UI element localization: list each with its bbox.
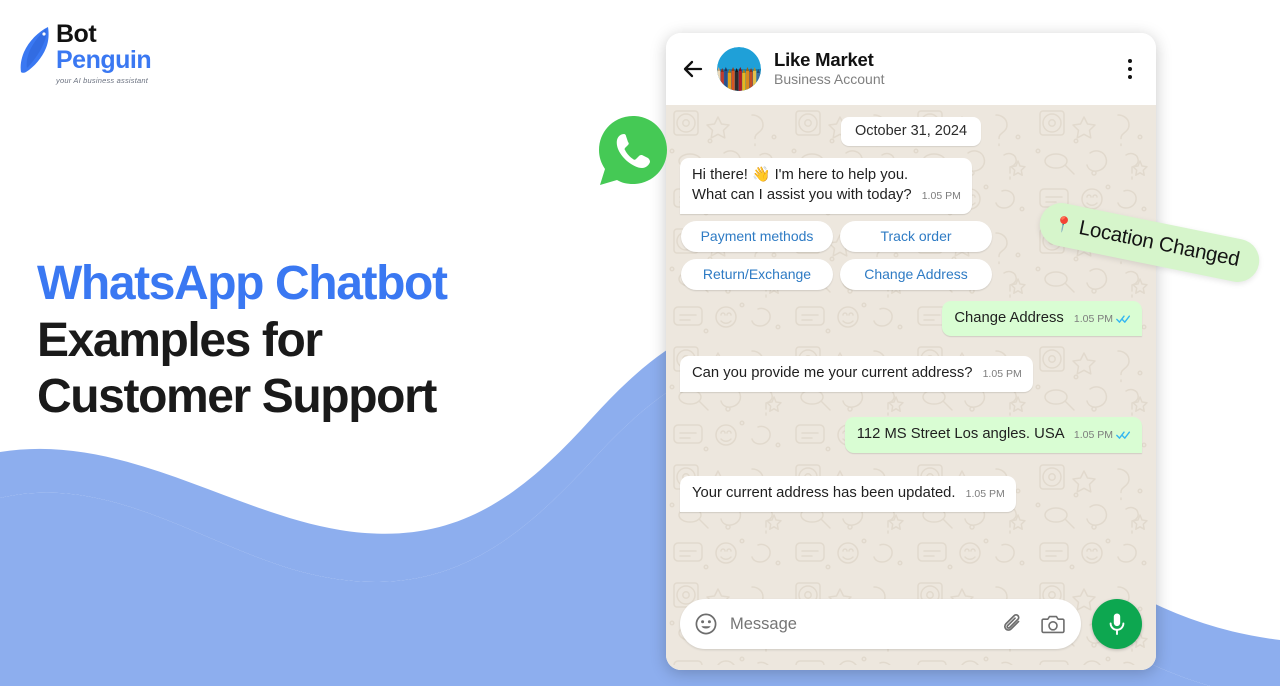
message-time: 1.05 PM xyxy=(965,488,1005,501)
message-text: Change Address xyxy=(954,309,1064,326)
quick-reply-change-address[interactable]: Change Address xyxy=(840,258,992,290)
brand-tagline: your AI business assistant xyxy=(56,76,149,85)
message-bubble-outgoing[interactable]: Change Address 1.05 PM xyxy=(942,300,1142,337)
voice-record-button[interactable] xyxy=(1092,599,1142,649)
message-input-container[interactable] xyxy=(680,599,1081,649)
message-text: Your current address has been updated. xyxy=(692,485,956,502)
contact-info: Like Market Business Account xyxy=(774,49,1120,89)
contact-subtitle: Business Account xyxy=(774,71,885,88)
headline-line-2: Examples for xyxy=(37,313,323,367)
message-text: Can you provide me your current address? xyxy=(692,365,973,382)
read-receipt-double-check-icon xyxy=(1116,431,1131,440)
brand-logo[interactable]: Bot Penguin your AI business assistant xyxy=(18,20,152,85)
message-bubble-incoming[interactable]: Can you provide me your current address?… xyxy=(680,356,1033,393)
message-bubble-outgoing[interactable]: 112 MS Street Los angles. USA 1.05 PM xyxy=(844,417,1142,454)
quick-reply-track-order[interactable]: Track order xyxy=(840,220,992,252)
contact-name: Like Market xyxy=(774,49,874,71)
microphone-icon xyxy=(1109,613,1125,635)
message-row: Change Address 1.05 PM xyxy=(680,300,1142,337)
message-meta: 1.05 PM xyxy=(966,487,1005,501)
overflow-menu-icon[interactable] xyxy=(1120,58,1140,80)
phone-mockup: Like Market Business Account October 31,… xyxy=(666,33,1156,670)
chat-body: October 31, 2024 Hi there! 👋 I'm here to… xyxy=(666,105,1156,670)
headline-line-1: WhatsApp Chatbot xyxy=(37,257,448,310)
brand-name-line2: Penguin xyxy=(56,46,152,74)
message-bubble-incoming[interactable]: Your current address has been updated. 1… xyxy=(680,476,1016,512)
message-meta: 1.05 PM xyxy=(983,367,1022,381)
back-arrow-icon[interactable] xyxy=(681,57,705,81)
message-row: Can you provide me your current address?… xyxy=(680,356,1142,393)
quick-reply-payment-methods[interactable]: Payment methods xyxy=(681,220,833,252)
whatsapp-logo-icon xyxy=(599,116,667,185)
date-divider: October 31, 2024 xyxy=(840,117,982,146)
read-receipt-double-check-icon xyxy=(1116,315,1131,323)
camera-icon[interactable] xyxy=(1041,613,1065,635)
message-meta: 1.05 PM xyxy=(922,189,961,203)
message-time: 1.05 PM xyxy=(982,368,1022,381)
message-text: 112 MS Street Los angles. USA xyxy=(856,426,1064,443)
brand-name-line1: Bot xyxy=(56,20,97,48)
chat-header: Like Market Business Account xyxy=(666,33,1156,105)
menu-dot xyxy=(1127,58,1133,64)
message-text-line2: What can I assist you with today? xyxy=(692,186,912,203)
penguin-logo-icon xyxy=(20,27,49,73)
message-time: 1.05 PM xyxy=(921,189,961,202)
message-row: 112 MS Street Los angles. USA 1.05 PM xyxy=(680,417,1142,454)
message-time: 1.05 PM xyxy=(1073,429,1113,442)
headline-line-3: Customer Support xyxy=(37,370,437,424)
page-title: WhatsApp Chatbot Examples for Customer S… xyxy=(37,256,448,426)
message-bubble-incoming[interactable]: Hi there! 👋 I'm here to help you. What c… xyxy=(680,158,972,214)
avatar[interactable] xyxy=(717,47,761,91)
message-time: 1.05 PM xyxy=(1073,312,1113,325)
message-input[interactable] xyxy=(730,614,1002,634)
quick-reply-return-exchange[interactable]: Return/Exchange xyxy=(681,258,833,290)
emoji-smiley-icon[interactable] xyxy=(694,612,718,636)
colored-pencils-avatar-icon xyxy=(717,47,761,91)
message-row: Your current address has been updated. 1… xyxy=(680,476,1142,512)
location-pin-icon: 📍 xyxy=(1052,214,1075,235)
message-meta: 1.05 PM xyxy=(1074,312,1131,326)
message-input-bar xyxy=(666,590,1156,670)
message-text-line1: Hi there! 👋 I'm here to help you. xyxy=(692,167,909,183)
menu-dot xyxy=(1127,74,1133,80)
menu-dot xyxy=(1127,66,1133,72)
message-meta: 1.05 PM xyxy=(1074,428,1131,442)
paperclip-icon[interactable] xyxy=(1002,612,1024,636)
date-divider-row: October 31, 2024 xyxy=(680,117,1142,146)
message-list: October 31, 2024 Hi there! 👋 I'm here to… xyxy=(680,117,1142,512)
